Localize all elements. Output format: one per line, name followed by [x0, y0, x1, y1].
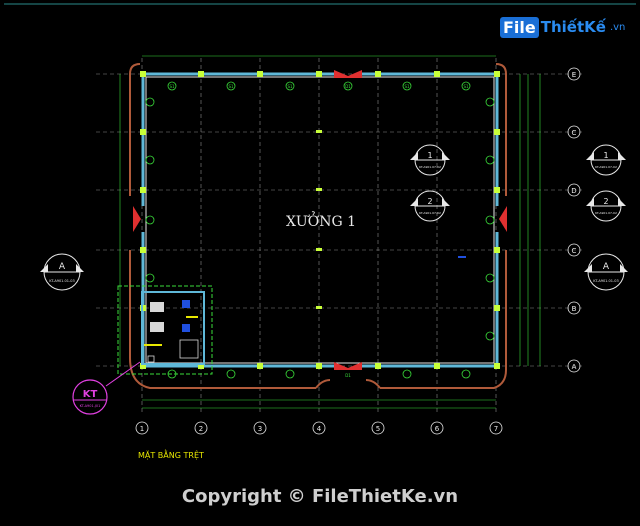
svg-text:KT-A901.01-03: KT-A901.01-03: [49, 279, 74, 283]
window-tag-label: S1: [404, 84, 410, 89]
svg-text:KT-A901.07-02: KT-A901.07-02: [595, 211, 617, 215]
svg-text:A: A: [603, 262, 610, 272]
window-tag-label: S1: [287, 84, 293, 89]
floor-plan-drawing: S1 S1 S1 D1 S1 S1 D1 XƯỞNG 1 A KT-A901.0…: [0, 0, 640, 526]
svg-text:A: A: [572, 363, 577, 371]
svg-text:6: 6: [435, 425, 440, 433]
svg-text:KT-A901.07-02: KT-A901.07-02: [419, 211, 441, 215]
svg-text:KT-A901.07-02: KT-A901.07-02: [595, 165, 617, 169]
svg-text:2: 2: [427, 197, 432, 206]
svg-text:C: C: [572, 247, 577, 255]
watermark-logo: File ThiếtKế .vn: [500, 14, 625, 40]
marker: [458, 256, 466, 258]
svg-text:1: 1: [140, 425, 144, 433]
svg-text:A: A: [59, 262, 66, 272]
svg-text:3: 3: [258, 425, 262, 433]
window-tag-label: S1: [463, 84, 469, 89]
svg-text:2: 2: [603, 197, 608, 206]
svg-text:KT-A901.01-03: KT-A901.01-03: [593, 279, 618, 283]
svg-text:E: E: [572, 71, 576, 79]
svg-text:KT-A901.07-02: KT-A901.07-02: [419, 165, 441, 169]
copyright-text: Copyright © FileThietKe.vn: [181, 486, 459, 507]
svg-text:KT-A901.J01: KT-A901.J01: [80, 404, 101, 408]
svg-text:1: 1: [603, 151, 608, 160]
door-tag-label: D1: [345, 373, 351, 378]
svg-text:1: 1: [427, 151, 432, 160]
svg-text:KT: KT: [83, 389, 98, 400]
svg-text:4: 4: [317, 425, 322, 433]
svg-text:2: 2: [199, 425, 203, 433]
svg-text:B: B: [572, 305, 577, 313]
window-tag-label: S1: [169, 84, 175, 89]
svg-text:D: D: [571, 187, 576, 195]
svg-text:C: C: [572, 129, 577, 137]
svg-text:5: 5: [376, 425, 380, 433]
logo-domain-text: .vn: [609, 21, 626, 33]
logo-file-text: File: [500, 16, 539, 38]
window-tag-label: S1: [228, 84, 234, 89]
svg-text:7: 7: [494, 425, 498, 433]
door-tag-label: D1: [345, 84, 351, 89]
background: [0, 0, 640, 526]
logo-brand-text: ThiếtKế: [540, 18, 606, 36]
